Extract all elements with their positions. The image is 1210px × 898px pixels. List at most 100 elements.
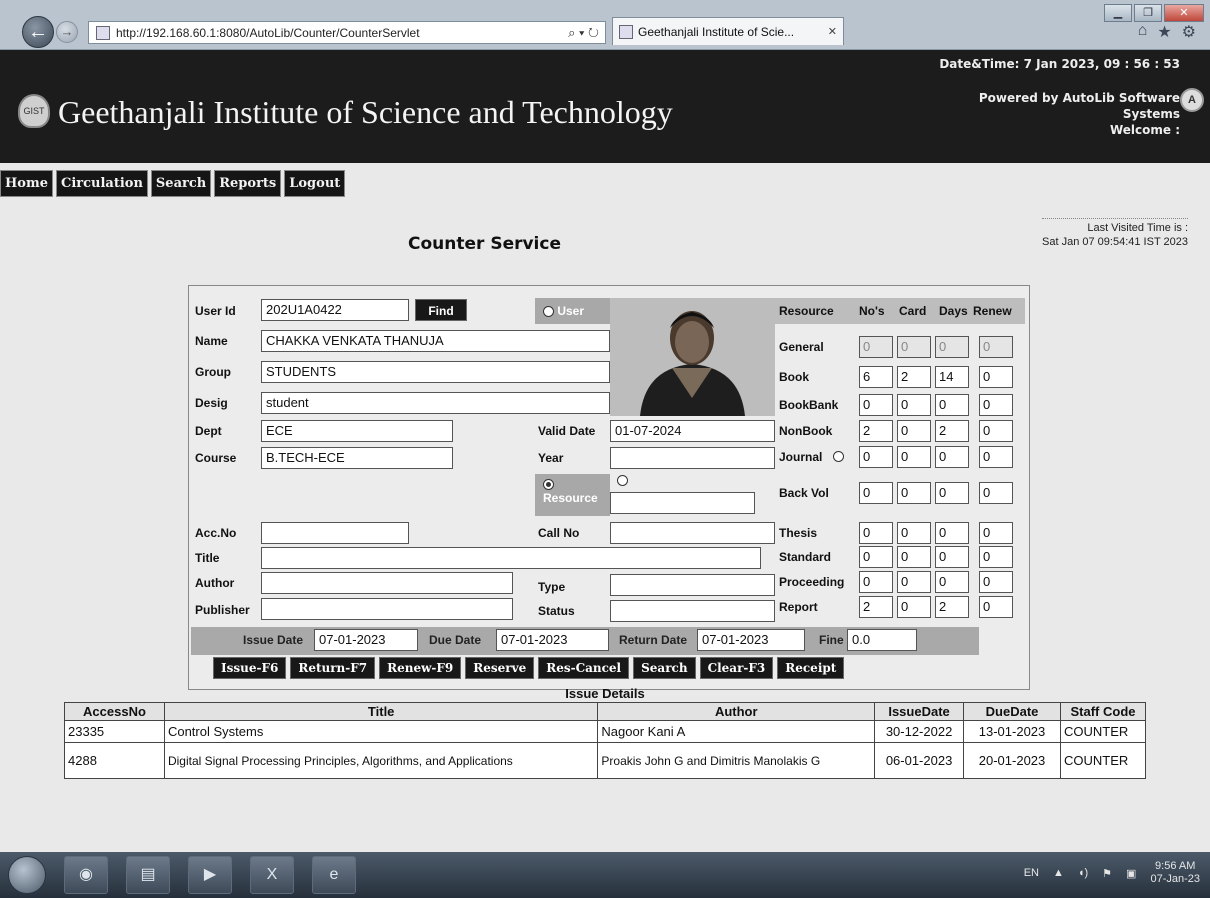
issue-button[interactable]: Issue-F6 xyxy=(213,657,287,679)
receipt-button[interactable]: Receipt xyxy=(777,657,845,679)
desig-field[interactable]: student xyxy=(261,392,610,414)
media-player-icon[interactable]: ◉ xyxy=(64,856,108,894)
tab-close-icon[interactable]: ✕ xyxy=(828,25,837,38)
resource-value-box[interactable]: 0 xyxy=(859,546,893,568)
user-radio-cell[interactable]: User xyxy=(535,298,610,324)
resource-value-box[interactable]: 0 xyxy=(935,482,969,504)
resource-value-box[interactable]: 0 xyxy=(979,522,1013,544)
resource-value-box[interactable]: 0 xyxy=(897,482,931,504)
browser-tab[interactable]: Geethanjali Institute of Scie... ✕ xyxy=(612,17,844,45)
url-text[interactable]: http://192.168.60.1:8080/AutoLib/Counter… xyxy=(116,26,568,40)
resource-value-box[interactable]: 0 xyxy=(897,420,931,442)
resource-value-box[interactable]: 0 xyxy=(979,420,1013,442)
address-tools-icons[interactable]: ⌕ ▾ ↻ xyxy=(568,25,605,41)
acc-no-input[interactable] xyxy=(261,522,409,544)
return-date-field[interactable]: 07-01-2023 xyxy=(697,629,805,651)
resource-value-box[interactable]: 0 xyxy=(979,596,1013,618)
clear-button[interactable]: Clear-F3 xyxy=(699,657,774,679)
type-input[interactable] xyxy=(610,574,775,596)
player-icon[interactable]: ▶ xyxy=(188,856,232,894)
call-no-input[interactable] xyxy=(610,522,775,544)
dept-field[interactable]: ECE xyxy=(261,420,453,442)
action-center-flag-icon[interactable]: ⚑ xyxy=(1102,867,1112,880)
resource-value-box[interactable]: 2 xyxy=(859,420,893,442)
search-button[interactable]: Search xyxy=(633,657,696,679)
resource-value-box[interactable]: 0 xyxy=(859,446,893,468)
favorites-star-icon[interactable]: ★ xyxy=(1157,22,1171,42)
resource-value-box[interactable]: 0 xyxy=(979,482,1013,504)
menu-item-logout[interactable]: Logout xyxy=(284,170,346,197)
resource-value-box[interactable]: 0 xyxy=(897,394,931,416)
resource-value-box[interactable]: 0 xyxy=(897,546,931,568)
user-radio[interactable] xyxy=(543,306,554,318)
resource-value-box[interactable]: 0 xyxy=(979,446,1013,468)
renew-button[interactable]: Renew-F9 xyxy=(379,657,462,679)
res-cancel-button[interactable]: Res-Cancel xyxy=(538,657,630,679)
resource-alt-radio[interactable] xyxy=(617,475,628,486)
resource-value-box[interactable]: 0 xyxy=(897,596,931,618)
resource-input[interactable] xyxy=(610,492,755,514)
resource-value-box[interactable]: 0 xyxy=(979,336,1013,358)
find-button[interactable]: Find xyxy=(415,299,467,321)
group-field[interactable]: STUDENTS xyxy=(261,361,610,383)
excel-icon[interactable]: X xyxy=(250,856,294,894)
network-icon[interactable]: ▣ xyxy=(1126,867,1136,880)
menu-item-circulation[interactable]: Circulation xyxy=(55,170,148,197)
menu-item-home[interactable]: Home xyxy=(0,170,53,197)
issue-date-field[interactable]: 07-01-2023 xyxy=(314,629,418,651)
year-field[interactable] xyxy=(610,447,775,469)
resource-value-box[interactable]: 0 xyxy=(935,571,969,593)
resource-value-box[interactable]: 0 xyxy=(935,546,969,568)
address-bar[interactable]: http://192.168.60.1:8080/AutoLib/Counter… xyxy=(88,21,606,44)
resource-radio-cell[interactable]: Resource xyxy=(535,474,610,516)
resource-value-box[interactable]: 0 xyxy=(859,336,893,358)
start-button-icon[interactable] xyxy=(8,856,46,894)
author-input[interactable] xyxy=(261,572,513,594)
language-indicator[interactable]: EN xyxy=(1024,867,1039,879)
resource-value-box[interactable]: 0 xyxy=(935,394,969,416)
resource-value-box[interactable]: 0 xyxy=(897,571,931,593)
resource-value-box[interactable]: 14 xyxy=(935,366,969,388)
resource-value-box[interactable]: 2 xyxy=(935,596,969,618)
menu-item-reports[interactable]: Reports xyxy=(214,170,282,197)
table-row[interactable]: 4288 Digital Signal Processing Principle… xyxy=(64,742,1147,779)
resource-value-box[interactable]: 0 xyxy=(859,571,893,593)
resource-value-box[interactable]: 0 xyxy=(859,522,893,544)
resource-value-box[interactable]: 0 xyxy=(935,336,969,358)
tray-expand-icon[interactable]: ▲ xyxy=(1053,867,1064,879)
resource-value-box[interactable]: 2 xyxy=(897,366,931,388)
internet-explorer-icon[interactable]: e xyxy=(312,856,356,894)
resource-value-box[interactable]: 0 xyxy=(897,336,931,358)
restore-button[interactable]: ❐ xyxy=(1134,4,1162,22)
resource-value-box[interactable]: 6 xyxy=(859,366,893,388)
close-window-button[interactable]: ✕ xyxy=(1164,4,1204,22)
resource-value-box[interactable]: 0 xyxy=(859,394,893,416)
user-id-input[interactable]: 202U1A0422 xyxy=(261,299,409,321)
home-icon[interactable]: ⌂ xyxy=(1138,22,1148,42)
valid-date-field[interactable]: 01-07-2024 xyxy=(610,420,775,442)
menu-item-search[interactable]: Search xyxy=(150,170,212,197)
name-field[interactable]: CHAKKA VENKATA THANUJA xyxy=(261,330,610,352)
resource-value-box[interactable]: 0 xyxy=(979,394,1013,416)
back-arrow-icon[interactable]: ← xyxy=(22,16,54,48)
reserve-button[interactable]: Reserve xyxy=(465,657,535,679)
publisher-input[interactable] xyxy=(261,598,513,620)
fine-field[interactable]: 0.0 xyxy=(847,629,917,651)
minimize-button[interactable]: ▁ xyxy=(1104,4,1132,22)
resource-value-box[interactable]: 0 xyxy=(897,522,931,544)
resource-value-box[interactable]: 0 xyxy=(979,366,1013,388)
resource-value-box[interactable]: 0 xyxy=(979,546,1013,568)
journal-radio[interactable] xyxy=(833,451,844,462)
status-input[interactable] xyxy=(610,600,775,622)
forward-arrow-icon[interactable]: → xyxy=(56,21,78,43)
volume-icon[interactable]: ◖) xyxy=(1078,867,1088,879)
course-field[interactable]: B.TECH-ECE xyxy=(261,447,453,469)
title-input[interactable] xyxy=(261,547,761,569)
resource-value-box[interactable]: 0 xyxy=(897,446,931,468)
resource-radio[interactable] xyxy=(543,479,554,491)
resource-value-box[interactable]: 2 xyxy=(935,420,969,442)
resource-value-box[interactable]: 0 xyxy=(935,446,969,468)
resource-value-box[interactable]: 2 xyxy=(859,596,893,618)
due-date-field[interactable]: 07-01-2023 xyxy=(496,629,609,651)
resource-value-box[interactable]: 0 xyxy=(935,522,969,544)
